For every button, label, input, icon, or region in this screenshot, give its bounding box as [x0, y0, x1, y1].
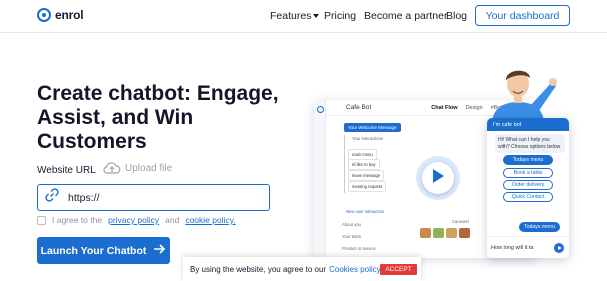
cookie-policy-link[interactable]: cookie policy.: [185, 215, 235, 225]
agree-and: and: [165, 215, 180, 225]
video-play-halo[interactable]: [416, 156, 460, 200]
chat-option-book-table[interactable]: Book a table: [503, 168, 553, 178]
new-interaction-label: New user interaction: [346, 209, 385, 214]
top-nav: enrol Features Pricing Become a partner …: [0, 0, 607, 33]
play-button[interactable]: [422, 162, 454, 194]
user-message: Todays menu: [519, 222, 560, 232]
privacy-policy-link[interactable]: privacy policy: [108, 215, 159, 225]
play-icon: [432, 168, 444, 188]
chat-input-text: How long will it ta: [491, 244, 534, 251]
hero-title: Create chatbot: Engage, Assist, and Win …: [37, 82, 279, 153]
send-icon[interactable]: [554, 243, 564, 253]
chat-header: I'm cafe bot: [487, 118, 569, 131]
bot-message: Hi! What can I help you with? Choose opt…: [495, 134, 565, 153]
logo[interactable]: enrol: [37, 8, 84, 22]
website-url-field[interactable]: [37, 184, 270, 211]
mock-sidebar-rail: [314, 100, 326, 258]
accept-cookies-button[interactable]: ACCEPT: [380, 264, 417, 275]
mock-bot-name: Cafe Bot: [346, 104, 372, 111]
arrow-right-icon: [154, 244, 166, 257]
mock-tab-chat-flow: Chat Flow: [431, 104, 458, 111]
launch-chatbot-label: Launch Your Chatbot: [40, 244, 147, 257]
cookie-text: By using the website, you agree to our: [190, 264, 327, 274]
flow-welcome-node: Your Welcome Message: [344, 123, 401, 132]
cookie-banner: By using the website, you agree to our C…: [183, 257, 421, 281]
mock-side-item: Product or service: [342, 246, 376, 251]
nav-features[interactable]: Features: [270, 10, 320, 22]
mock-side-item: Your team: [342, 234, 361, 239]
flow-node: meeting request: [348, 181, 387, 192]
upload-file-label: Upload file: [125, 162, 173, 174]
nav-blog[interactable]: Blog: [446, 10, 467, 22]
nav-features-label: Features: [270, 10, 312, 22]
website-url-label[interactable]: Website URL: [37, 165, 96, 176]
chat-input[interactable]: How long will it ta: [487, 236, 569, 258]
nav-become-partner[interactable]: Become a partner: [364, 10, 447, 22]
logo-icon: [37, 8, 51, 22]
carousel-label: Carousel: [452, 219, 469, 224]
chat-option-todays-menu[interactable]: Todays menu: [503, 155, 553, 165]
upload-file-option[interactable]: Upload file: [103, 161, 172, 175]
agree-text: I agree to the: [52, 215, 103, 225]
chat-widget: I'm cafe bot Hi! What can I help you wit…: [487, 118, 569, 258]
food-thumbnail: [446, 228, 457, 238]
logo-text: enrol: [55, 8, 84, 22]
mock-side-item: About you: [342, 222, 361, 227]
flow-connector: [344, 135, 345, 193]
your-dashboard-button[interactable]: Your dashboard: [475, 5, 570, 26]
launch-chatbot-button[interactable]: Launch Your Chatbot: [37, 237, 170, 264]
website-url-input[interactable]: [68, 191, 248, 204]
food-thumbnail: [433, 228, 444, 238]
flow-interactions-label: Your interactions: [352, 136, 384, 141]
flow-node: Id like to buy: [348, 159, 380, 170]
chat-option-order-delivery[interactable]: Order delivery: [503, 180, 553, 190]
link-icon: [44, 187, 60, 208]
carousel-thumbnails: [420, 228, 470, 238]
food-thumbnail: [459, 228, 470, 238]
flow-node: leave message: [348, 170, 385, 181]
agree-checkbox[interactable]: [37, 215, 46, 225]
food-thumbnail: [420, 228, 431, 238]
smiling-person-illustration: [478, 62, 558, 124]
cloud-upload-icon: [103, 161, 121, 175]
chat-option-quick-contact[interactable]: Quick Contact: [503, 192, 553, 202]
nav-pricing[interactable]: Pricing: [324, 10, 356, 22]
chevron-down-icon: [313, 14, 320, 19]
agree-row: I agree to the privacy policy and cookie…: [37, 215, 236, 225]
cookies-policy-link[interactable]: Cookies policy.: [329, 265, 382, 274]
mock-logo-icon: [317, 106, 324, 113]
